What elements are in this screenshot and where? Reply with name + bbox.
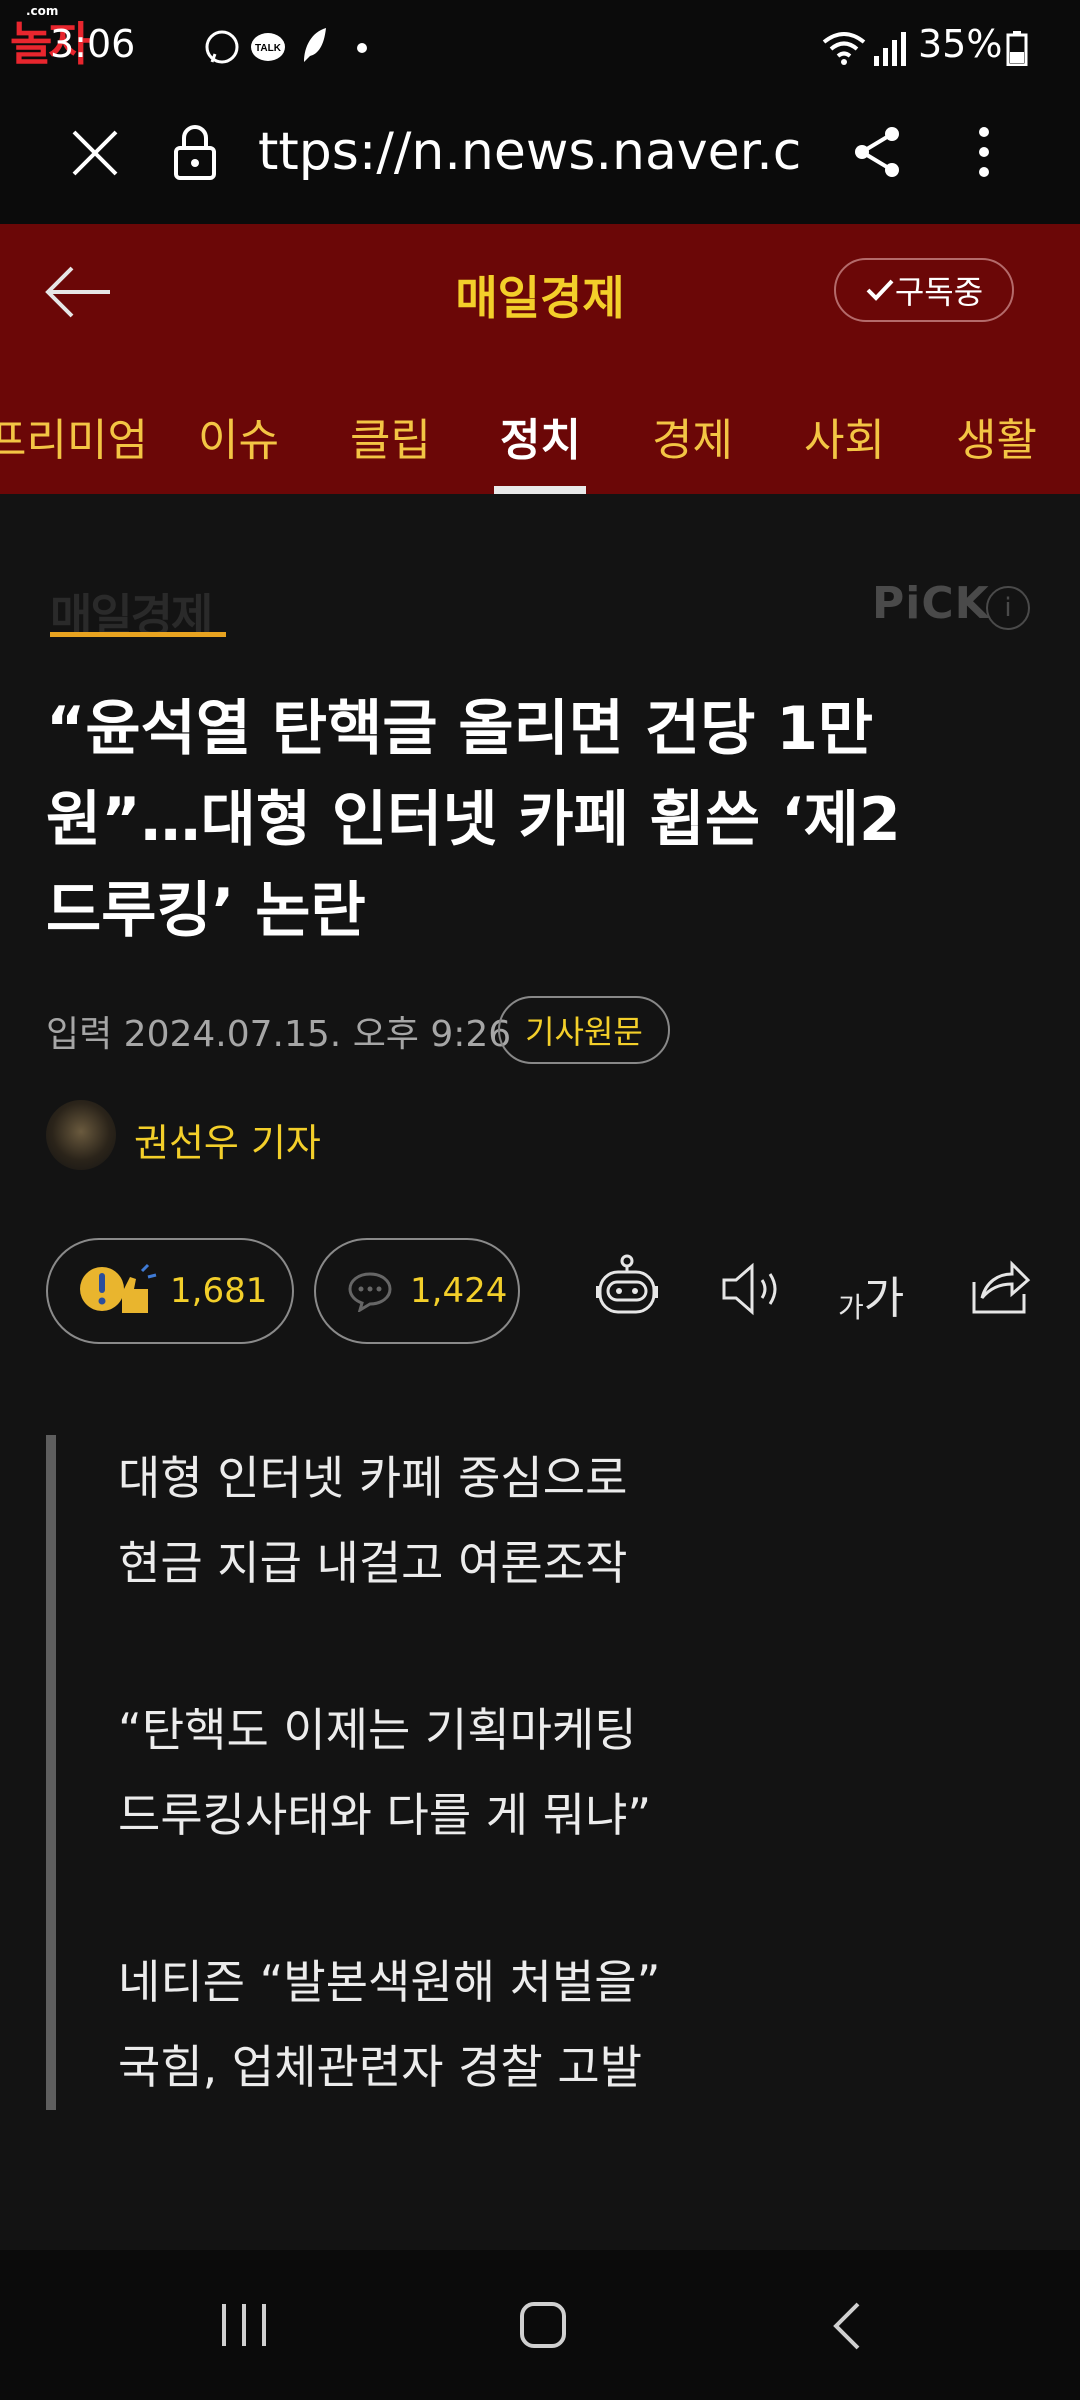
home-icon[interactable]: [518, 2300, 568, 2350]
tab-society[interactable]: 사회: [804, 404, 885, 468]
tab-clip[interactable]: 클립: [350, 404, 431, 468]
messenger-icon: [205, 30, 239, 64]
tab-issue[interactable]: 이슈: [198, 404, 279, 468]
share-icon[interactable]: [850, 124, 904, 180]
share-article-icon[interactable]: [968, 1254, 1032, 1318]
subscribe-button[interactable]: 구독중: [834, 258, 1014, 322]
text-to-speech-icon[interactable]: [718, 1254, 782, 1324]
feather-app-icon: [304, 28, 326, 62]
lock-icon: [174, 125, 216, 180]
info-icon[interactable]: i: [986, 586, 1030, 630]
signal-icon: [874, 32, 906, 66]
battery-level: 35%: [918, 22, 1003, 66]
kakaotalk-icon: TALK: [251, 33, 285, 61]
headline-line: 원”…대형 인터넷 카페 휩쓴 ‘제2: [46, 785, 901, 855]
battery-icon: [1006, 31, 1028, 66]
summary-line: 드루킹사태와 다를 게 뭐냐”: [118, 1788, 652, 1842]
comment-count: 1,424: [410, 1271, 508, 1311]
active-tab-indicator: [494, 486, 586, 494]
reaction-button[interactable]: 1,681: [46, 1238, 294, 1344]
notification-dot-icon: [357, 43, 367, 53]
font-size-large-label: 가: [863, 1273, 905, 1324]
pick-badge: PiCK: [872, 578, 990, 629]
summary-bot-icon[interactable]: [592, 1254, 662, 1324]
subscribe-label: 구독중: [894, 273, 984, 311]
summary-line: “탄핵도 이제는 기획마케팅: [118, 1703, 637, 1757]
summary-line: 현금 지급 내걸고 여론조작: [118, 1536, 628, 1590]
comment-button[interactable]: 1,424: [314, 1238, 520, 1344]
summary-line: 대형 인터넷 카페 중심으로: [118, 1451, 628, 1505]
comment-icon: [348, 1272, 392, 1312]
press-logo-underline: [50, 632, 226, 637]
reporter-avatar[interactable]: [46, 1100, 116, 1170]
reporter-name[interactable]: 권선우 기자: [134, 1112, 321, 1167]
headline-line: 드루킹’ 논란: [46, 876, 366, 946]
font-size-small-label: 가: [838, 1291, 864, 1324]
article-headline: “윤석열 탄핵글 올리면 건당 1만 원”…대형 인터넷 카페 휩쓴 ‘제2 드…: [46, 684, 1046, 957]
reaction-emoji-icon: [80, 1263, 157, 1313]
close-icon[interactable]: [70, 128, 120, 178]
more-options-icon[interactable]: [976, 124, 992, 180]
recent-apps-icon[interactable]: [218, 2302, 270, 2348]
tab-life[interactable]: 생활: [956, 404, 1037, 468]
tab-economy[interactable]: 경제: [652, 404, 733, 468]
watermark-tag: .com: [26, 4, 59, 18]
wifi-icon: [822, 32, 866, 65]
summary-line: 국힘, 업체관련자 경찰 고발: [118, 2040, 643, 2094]
tab-premium[interactable]: 프리미엄: [0, 404, 148, 468]
summary-line: 네티즌 “발본색원해 처벌을”: [118, 1955, 661, 2009]
reaction-count: 1,681: [170, 1271, 268, 1311]
check-icon: [866, 279, 894, 301]
url-text[interactable]: ttps://n.news.naver.com/a: [258, 122, 803, 182]
headline-line: “윤석열 탄핵글 올리면 건당 1만: [46, 694, 874, 764]
publish-date: 입력 2024.07.15. 오후 9:26: [46, 1014, 512, 1055]
tab-politics[interactable]: 정치: [500, 404, 581, 468]
status-time: 3:06: [50, 22, 136, 66]
back-icon[interactable]: [828, 2300, 864, 2352]
font-size-button[interactable]: 가 가: [838, 1262, 904, 1326]
summary-quote-bar: [46, 1435, 56, 2110]
svg-text:TALK: TALK: [255, 43, 282, 54]
original-article-button[interactable]: 기사원문: [498, 996, 670, 1064]
